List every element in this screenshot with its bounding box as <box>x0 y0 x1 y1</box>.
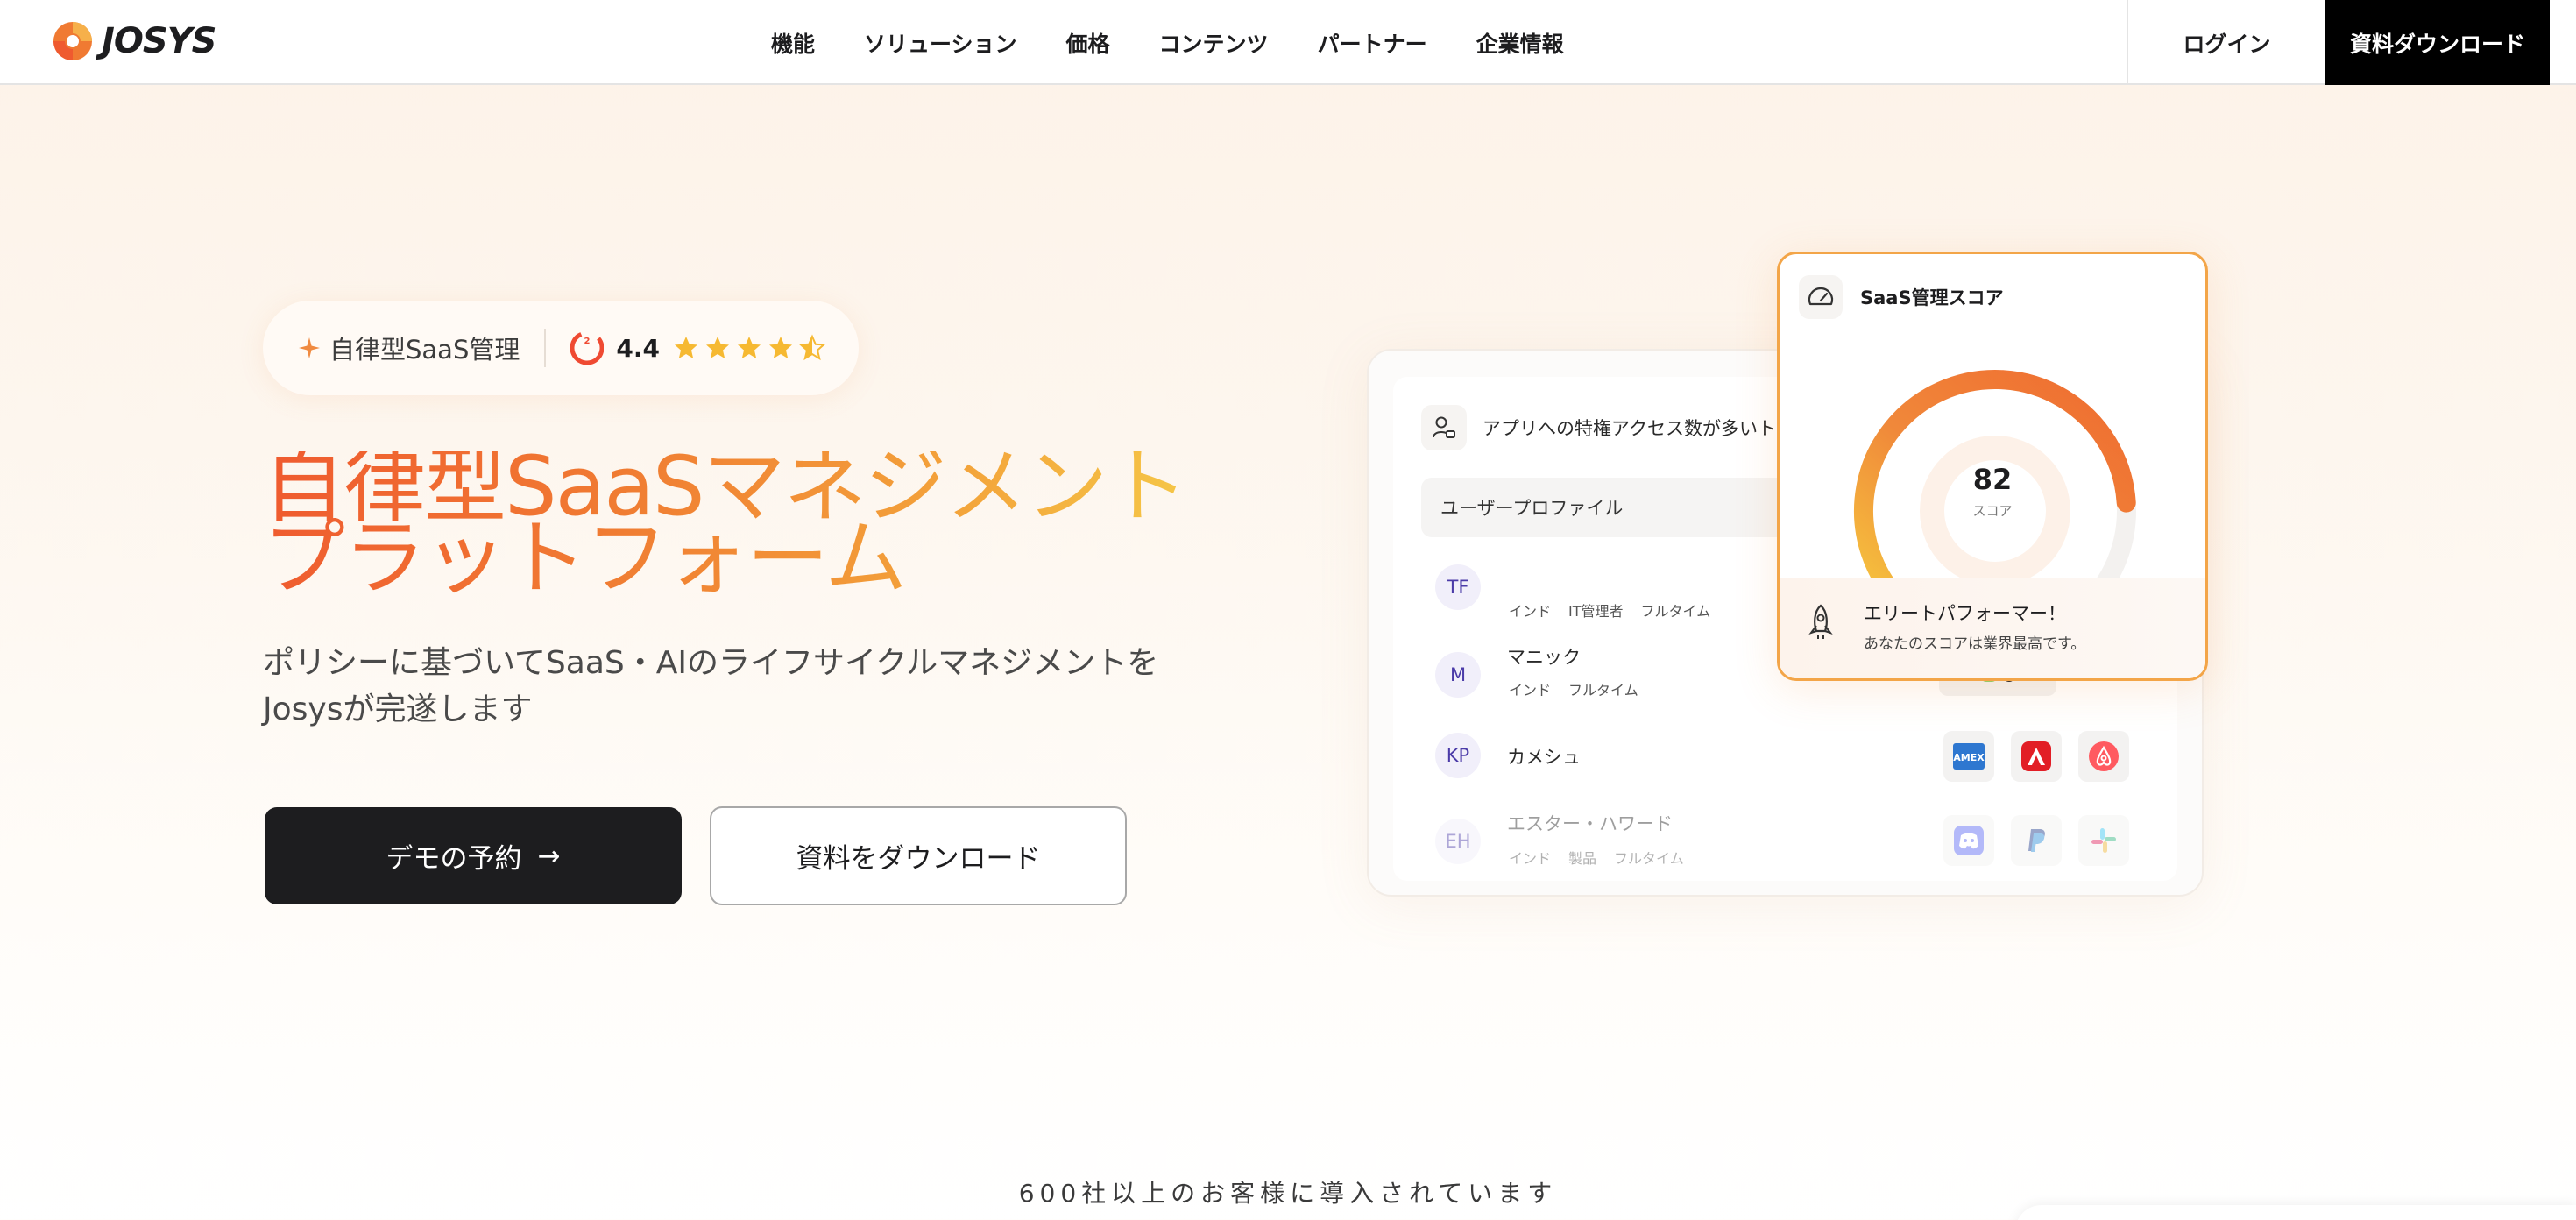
josys-logo[interactable]: JOSYS <box>51 19 216 63</box>
slack-icon[interactable] <box>2078 815 2129 866</box>
badge-label: 自律型SaaS管理 <box>329 335 520 365</box>
subline-line-1: ポリシーに基づいてSaaS・AIのライフサイクルマネジメントを <box>263 645 1159 681</box>
customers-count-text: 600社以上のお客様に導入されています <box>1018 1179 1558 1208</box>
score-header: SaaS管理スコア <box>1799 275 2004 319</box>
svg-text:2: 2 <box>584 337 591 346</box>
nav-item-solutions[interactable]: ソリューション <box>864 27 1017 59</box>
alert-text: アプリへの特権アクセス数が多いト <box>1483 418 1776 439</box>
josys-logo-icon <box>53 22 92 60</box>
svg-text:AMEX: AMEX <box>1953 752 1985 763</box>
score-value: 82 <box>1972 463 2013 496</box>
half-star-icon <box>798 334 826 361</box>
chat-widget[interactable] <box>2015 1205 2576 1220</box>
nav-item-company[interactable]: 企業情報 <box>1476 27 1564 59</box>
user-tag: フルタイム <box>1614 850 1684 867</box>
rating-badge: 自律型SaaS管理 2 4.4 <box>263 301 859 395</box>
user-tag: フルタイム <box>1568 682 1638 699</box>
discord-icon[interactable] <box>1943 815 1994 866</box>
user-tags: インド IT管理者 フルタイム <box>1509 599 1728 621</box>
star-icon <box>705 337 729 358</box>
rocket-icon <box>1808 604 1833 639</box>
sparkle-icon <box>299 337 320 358</box>
download-docs-button[interactable]: 資料をダウンロード <box>710 806 1127 905</box>
user-tags: インド フルタイム <box>1509 678 1656 699</box>
star-icon <box>674 337 697 358</box>
score-title: SaaS管理スコア <box>1860 287 2004 309</box>
app-icons-row <box>1943 815 2146 866</box>
login-button[interactable]: ログイン <box>2127 0 2325 85</box>
star-icon <box>768 337 792 358</box>
user-name: マニック <box>1507 647 1581 668</box>
book-demo-button[interactable]: デモの予約 → <box>265 807 682 904</box>
avatar: EH <box>1435 819 1481 864</box>
header-download-button[interactable]: 資料ダウンロード <box>2325 0 2550 85</box>
hero-headline: 自律型SaaSマネジメント プラットフォーム <box>263 451 1227 595</box>
airbnb-icon[interactable] <box>2078 731 2129 782</box>
rating-stars <box>669 334 826 362</box>
user-tag: インド <box>1509 603 1552 620</box>
adobe-icon[interactable] <box>2011 731 2062 782</box>
user-tag: IT管理者 <box>1568 603 1624 620</box>
badge-divider <box>544 329 547 367</box>
user-tag: インド <box>1509 682 1552 699</box>
score-unit: スコア <box>1972 503 2013 519</box>
book-demo-label: デモの予約 <box>386 843 522 875</box>
nav-item-features[interactable]: 機能 <box>771 27 815 59</box>
avatar: KP <box>1435 733 1481 778</box>
avatar: TF <box>1435 564 1481 610</box>
elite-title: エリートパフォーマー！ <box>1864 603 2066 624</box>
site-header: JOSYS 機能 ソリューション 価格 コンテンツ パートナー 企業情報 ログイ… <box>0 0 2576 85</box>
g2-logo-icon: 2 <box>570 331 605 365</box>
subline-line-2: Josysが完遂します <box>263 692 533 727</box>
user-lock-icon <box>1421 405 1467 450</box>
elite-subtitle: あなたのスコアは業界最高です。 <box>1864 635 2086 653</box>
user-tags: インド 製品 フルタイム <box>1509 847 1702 868</box>
elite-performer-banner: エリートパフォーマー！ あなたのスコアは業界最高です。 <box>1780 578 2205 678</box>
privilege-alert: アプリへの特権アクセス数が多いト <box>1421 405 1776 450</box>
nav-item-pricing[interactable]: 価格 <box>1066 27 1110 59</box>
user-tag: インド <box>1509 850 1552 867</box>
avatar: M <box>1435 652 1481 698</box>
user-tag: フルタイム <box>1640 603 1711 620</box>
hero-subline: ポリシーに基づいてSaaS・AIのライフサイクルマネジメントを Josysが完遂… <box>263 640 1227 733</box>
nav-item-partners[interactable]: パートナー <box>1318 27 1427 59</box>
rating-value: 4.4 <box>616 333 660 363</box>
app-icons-row: AMEX <box>1943 731 2146 782</box>
nav-item-contents[interactable]: コンテンツ <box>1159 27 1269 59</box>
arrow-right-icon: → <box>537 840 561 872</box>
paypal-icon[interactable] <box>2011 815 2062 866</box>
main-nav: 機能 ソリューション 価格 コンテンツ パートナー 企業情報 <box>771 0 1613 85</box>
speedometer-icon <box>1799 275 1843 319</box>
logo-wordmark: JOSYS <box>102 21 216 61</box>
user-name: エスター・ハワード <box>1507 813 1673 834</box>
user-tag: 製品 <box>1568 850 1597 867</box>
saas-score-card: SaaS管理スコア 82 スコア エリートパフォーマー！ あなたのスコアは業界最… <box>1777 252 2208 681</box>
star-icon <box>737 337 761 358</box>
amex-icon[interactable]: AMEX <box>1943 731 1994 782</box>
user-name: カメシュ <box>1507 747 1581 768</box>
